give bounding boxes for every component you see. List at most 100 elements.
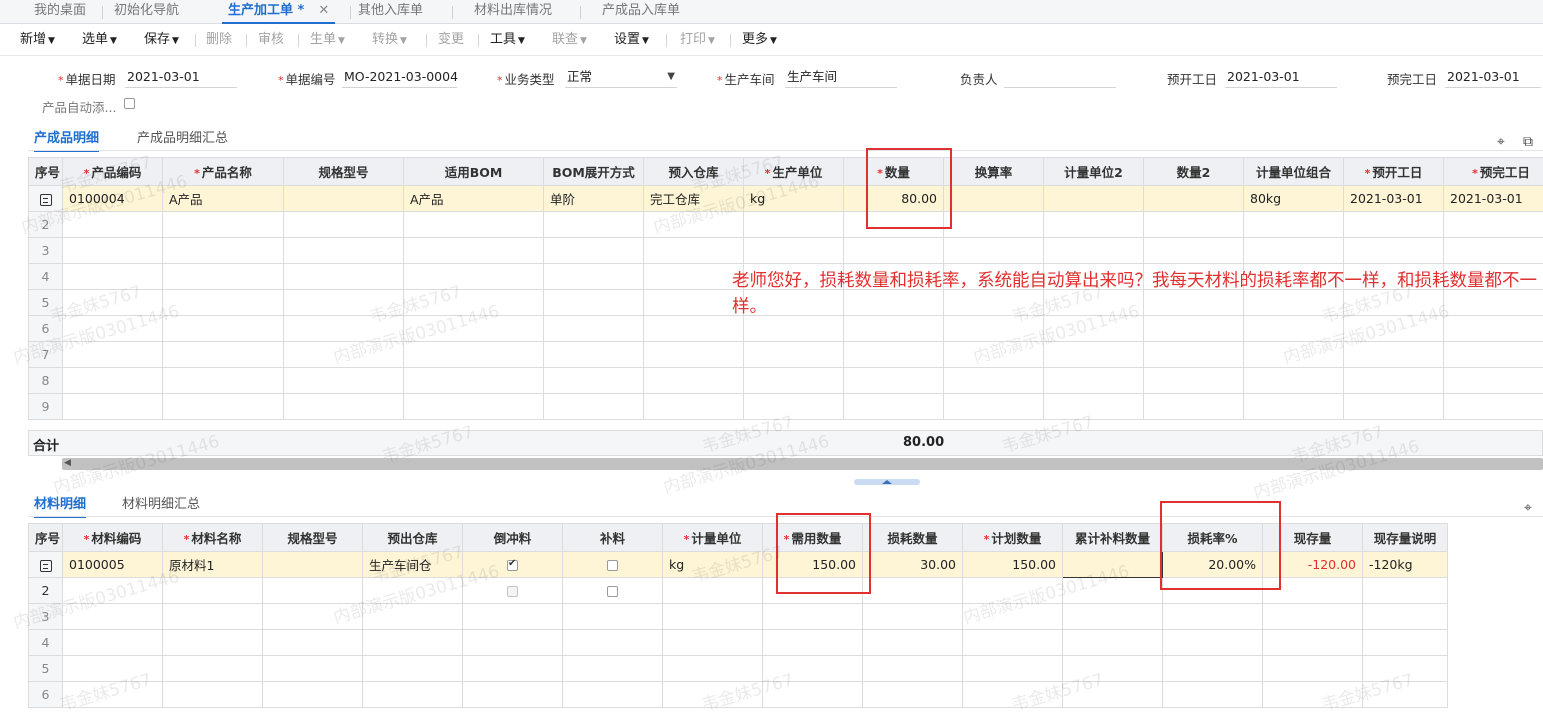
column-header[interactable]: 计量单位组合 — [1244, 158, 1344, 186]
tab-production-order[interactable]: 生产加工单 *✕ — [222, 0, 335, 24]
row-edit-icon[interactable] — [40, 194, 52, 206]
material-code-cell[interactable]: 0100005 — [63, 552, 163, 578]
warehouse-cell[interactable]: 生产车间仓 — [363, 552, 463, 578]
table-row[interactable]: 7 — [29, 342, 1543, 368]
select-doc-button[interactable]: 选单▼ — [82, 31, 117, 49]
column-header[interactable]: *预完工日 — [1444, 158, 1543, 186]
column-header[interactable]: *产品编码 — [63, 158, 163, 186]
table-row[interactable]: 2 — [29, 212, 1543, 238]
column-header[interactable]: *材料编码 — [63, 524, 163, 552]
scroll-left-icon[interactable]: ◀ — [64, 458, 71, 468]
owner-field[interactable] — [1004, 68, 1116, 88]
column-header[interactable]: 规格型号 — [263, 524, 363, 552]
column-header[interactable]: 损耗率% — [1163, 524, 1263, 552]
tab-material-detail[interactable]: 材料明细 — [34, 493, 86, 518]
column-header[interactable]: *产品名称 — [163, 158, 284, 186]
column-header[interactable]: 计量单位2 — [1044, 158, 1144, 186]
column-header[interactable]: 规格型号 — [284, 158, 404, 186]
column-header[interactable]: *生产单位 — [744, 158, 844, 186]
backflush-checkbox[interactable] — [507, 586, 518, 597]
column-header[interactable]: 现存量 — [1263, 524, 1363, 552]
bom-cell[interactable]: A产品 — [404, 186, 544, 212]
tab-material-outbound[interactable]: 材料出库情况 — [468, 0, 558, 24]
copy-icon[interactable]: ⧉ — [1523, 134, 1533, 150]
qty2-cell[interactable] — [1144, 186, 1244, 212]
location-pin-icon[interactable]: ⌖ — [1524, 500, 1532, 516]
backflush-checkbox[interactable] — [507, 560, 518, 571]
plan-qty-cell[interactable]: 150.00 — [963, 552, 1063, 578]
column-header[interactable]: 现存量说明 — [1363, 524, 1448, 552]
convert-button[interactable]: 转换▼ — [372, 31, 407, 49]
row-index[interactable] — [29, 186, 63, 212]
row-index[interactable] — [29, 552, 63, 578]
table-row[interactable]: 2 — [29, 578, 1448, 604]
more-button[interactable]: 更多▼ — [742, 31, 777, 49]
stock-note-cell[interactable]: -120kg — [1363, 552, 1448, 578]
column-header[interactable]: 换算率 — [944, 158, 1044, 186]
column-header[interactable]: *计量单位 — [663, 524, 763, 552]
audit-button[interactable]: 审核 — [258, 31, 284, 49]
column-header[interactable]: 损耗数量 — [863, 524, 963, 552]
location-pin-icon[interactable]: ⌖ — [1497, 134, 1505, 150]
print-button[interactable]: 打印▼ — [680, 31, 715, 49]
column-header[interactable]: *需用数量 — [763, 524, 863, 552]
generate-button[interactable]: 生单▼ — [310, 31, 345, 49]
table-row[interactable]: 9 — [29, 394, 1543, 420]
delete-button[interactable]: 删除 — [206, 31, 232, 49]
horizontal-scrollbar[interactable] — [62, 458, 1543, 470]
column-header[interactable]: 序号 — [29, 524, 63, 552]
column-header[interactable]: 数量2 — [1144, 158, 1244, 186]
tab-finished-inbound[interactable]: 产成品入库单 — [596, 0, 686, 24]
save-button[interactable]: 保存▼ — [144, 31, 179, 49]
workshop-field[interactable]: 生产车间 — [785, 68, 897, 88]
table-row[interactable]: 0100005 原材料1 生产车间仓 kg 150.00 30.00 150.0… — [29, 552, 1448, 578]
qty-cell[interactable]: 80.00 — [844, 186, 944, 212]
table-row[interactable]: 3 — [29, 238, 1543, 264]
spec-cell[interactable] — [263, 552, 363, 578]
plan-end-cell[interactable]: 2021-03-01 — [1444, 186, 1543, 212]
close-icon[interactable]: ✕ — [318, 3, 329, 18]
supplement-checkbox[interactable] — [607, 560, 618, 571]
table-row[interactable]: 6 — [29, 682, 1448, 708]
warehouse-cell[interactable]: 完工仓库 — [644, 186, 744, 212]
column-header[interactable]: 预出仓库 — [363, 524, 463, 552]
link-query-button[interactable]: 联查▼ — [552, 31, 587, 49]
tab-init-guide[interactable]: 初始化导航 — [108, 0, 185, 24]
column-header[interactable]: 序号 — [29, 158, 63, 186]
need-qty-cell[interactable]: 150.00 — [763, 552, 863, 578]
settings-button[interactable]: 设置▼ — [614, 31, 649, 49]
product-name-cell[interactable]: A产品 — [163, 186, 284, 212]
tab-my-desktop[interactable]: 我的桌面 — [28, 0, 92, 24]
column-header[interactable]: *数量 — [844, 158, 944, 186]
column-header[interactable]: *预开工日 — [1344, 158, 1444, 186]
tab-product-detail[interactable]: 产成品明细 — [34, 127, 99, 152]
unit-combo-cell[interactable]: 80kg — [1244, 186, 1344, 212]
column-header[interactable]: *计划数量 — [963, 524, 1063, 552]
change-button[interactable]: 变更 — [438, 31, 464, 49]
column-header[interactable]: 累计补料数量 — [1063, 524, 1163, 552]
cumulative-supplement-cell[interactable] — [1063, 552, 1163, 578]
loss-rate-cell[interactable]: 20.00% — [1163, 552, 1263, 578]
spec-cell[interactable] — [284, 186, 404, 212]
pane-splitter-handle[interactable] — [854, 479, 920, 485]
table-row[interactable]: 0100004 A产品 A产品 单阶 完工仓库 kg 80.00 80kg 20… — [29, 186, 1543, 212]
rate-cell[interactable] — [944, 186, 1044, 212]
tab-other-inbound[interactable]: 其他入库单 — [352, 0, 429, 24]
backflush-cell[interactable] — [463, 552, 563, 578]
plan-start-field[interactable]: 2021-03-01 — [1225, 68, 1337, 88]
column-header[interactable]: 补料 — [563, 524, 663, 552]
product-code-cell[interactable]: 0100004 — [63, 186, 163, 212]
tab-product-summary[interactable]: 产成品明细汇总 — [137, 127, 228, 146]
tab-material-summary[interactable]: 材料明细汇总 — [122, 493, 200, 512]
column-header[interactable]: 适用BOM — [404, 158, 544, 186]
bom-mode-cell[interactable]: 单阶 — [544, 186, 644, 212]
doc-no-field[interactable]: MO-2021-03-0004 — [342, 68, 457, 88]
supplement-checkbox[interactable] — [607, 586, 618, 597]
plan-end-field[interactable]: 2021-03-01 — [1445, 68, 1541, 88]
new-button[interactable]: 新增▼ — [20, 31, 55, 49]
unit-cell[interactable]: kg — [663, 552, 763, 578]
loss-qty-cell[interactable]: 30.00 — [863, 552, 963, 578]
table-row[interactable]: 4 — [29, 630, 1448, 656]
column-header[interactable]: *材料名称 — [163, 524, 263, 552]
supplement-cell[interactable] — [563, 552, 663, 578]
